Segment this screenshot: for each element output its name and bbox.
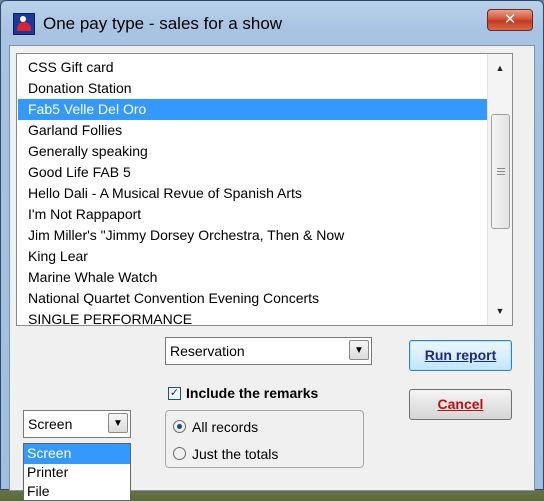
grip-icon [497, 168, 505, 175]
scroll-down-icon[interactable]: ▼ [488, 299, 512, 323]
list-item[interactable]: I'm Not Rappaport [18, 204, 487, 225]
list-item[interactable]: CSS Gift card [18, 57, 487, 78]
dropdown-option-screen[interactable]: Screen [24, 444, 130, 464]
dropdown-option-printer[interactable]: Printer [24, 463, 130, 483]
include-remarks-label[interactable]: Include the remarks [186, 385, 318, 401]
scroll-up-icon[interactable]: ▲ [488, 56, 512, 80]
list-item[interactable]: Garland Follies [18, 120, 487, 141]
scroll-thumb[interactable] [491, 114, 510, 229]
list-item-selected[interactable]: Fab5 Velle Del Oro [18, 99, 487, 120]
output-select[interactable]: Screen ▼ [23, 410, 131, 438]
list-item[interactable]: Jim Miller's "Jimmy Dorsey Orchestra, Th… [18, 225, 487, 246]
list-item[interactable]: Donation Station [18, 78, 487, 99]
list-item[interactable]: Hello Dali - A Musical Revue of Spanish … [18, 183, 487, 204]
list-item[interactable]: National Quartet Convention Evening Conc… [18, 288, 487, 309]
list-item[interactable]: SINGLE PERFORMANCE [18, 309, 487, 325]
list-scrollbar[interactable]: ▲ ▼ [487, 54, 512, 325]
dropdown-option-file[interactable]: File [24, 482, 130, 501]
list-item[interactable]: Generally speaking [18, 141, 487, 162]
pay-type-value: Reservation [170, 343, 245, 359]
close-button[interactable]: ✕ [487, 9, 533, 31]
just-totals-label[interactable]: Just the totals [192, 446, 278, 462]
output-value: Screen [28, 416, 73, 432]
app-icon [13, 13, 35, 35]
cancel-label: Cancel [437, 396, 484, 412]
output-dropdown-list[interactable]: Screen Printer File [23, 443, 131, 501]
list-item[interactable]: Good Life FAB 5 [18, 162, 487, 183]
all-records-label[interactable]: All records [192, 419, 258, 435]
chevron-down-icon[interactable]: ▼ [349, 340, 369, 360]
run-report-button[interactable]: Run report [409, 340, 512, 371]
all-records-radio[interactable] [173, 420, 186, 433]
window-title: One pay type - sales for a show [43, 14, 283, 33]
title-bar[interactable]: One pay type - sales for a show ✕ [1, 1, 543, 45]
list-item[interactable]: Marine Whale Watch [18, 267, 487, 288]
include-remarks-checkbox[interactable]: ✓ [168, 387, 181, 400]
just-totals-radio[interactable] [173, 447, 186, 460]
cancel-button[interactable]: Cancel [409, 389, 512, 420]
pay-type-select[interactable]: Reservation ▼ [165, 337, 372, 365]
run-report-label: Run report [424, 347, 497, 363]
chevron-down-icon[interactable]: ▼ [108, 413, 128, 433]
list-item[interactable]: King Lear [18, 246, 487, 267]
show-list[interactable]: CSS Gift card Donation Station Fab5 Vell… [16, 53, 513, 326]
